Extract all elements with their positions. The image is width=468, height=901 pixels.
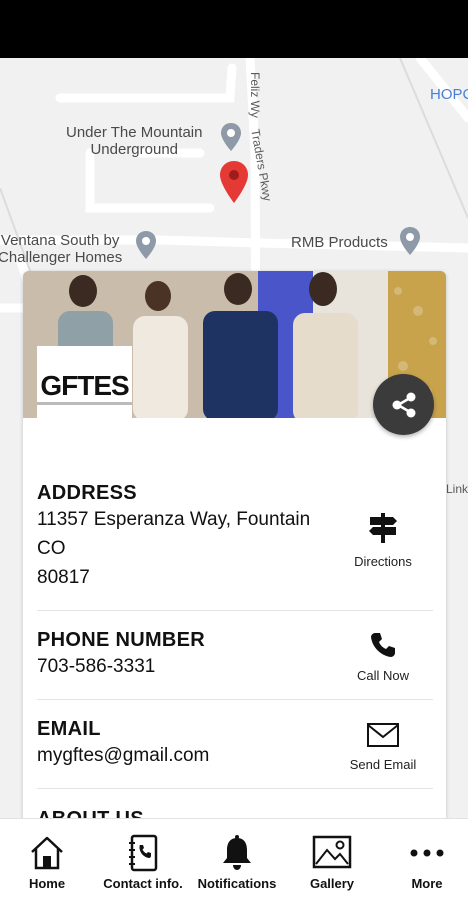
map-label-under-the-mountain: Under The Mountain Underground xyxy=(66,124,203,158)
call-now-button[interactable]: Call Now xyxy=(343,631,423,683)
road-label-feliz: Feliz Wy xyxy=(248,72,262,118)
place-marker-icon[interactable] xyxy=(399,226,421,256)
road-label-link: Link xyxy=(446,482,468,496)
send-email-label: Send Email xyxy=(349,757,417,772)
divider xyxy=(37,610,433,611)
signpost-icon xyxy=(369,513,397,543)
map-label-ventana: Ventana South by Challenger Homes xyxy=(0,232,123,266)
address-title: ADDRESS xyxy=(37,482,137,504)
contact-book-icon xyxy=(129,834,158,872)
more-dots-icon xyxy=(410,849,444,857)
phone-icon xyxy=(371,633,395,657)
nav-contact-info[interactable]: Contact info. xyxy=(96,819,190,901)
map-label-hopc: HOPC xyxy=(430,86,468,103)
nav-gallery[interactable]: Gallery xyxy=(285,819,379,901)
business-info-card: GFTES ADDRESS 11357 Esperanza Way, Fount… xyxy=(23,271,446,831)
bell-icon xyxy=(223,835,251,870)
gftes-logo: GFTES xyxy=(37,346,132,418)
place-marker-icon[interactable] xyxy=(220,122,242,152)
directions-label: Directions xyxy=(354,554,412,569)
nav-contact-label: Contact info. xyxy=(103,876,183,891)
nav-home-label: Home xyxy=(28,876,66,891)
envelope-icon xyxy=(367,723,399,747)
map-label-rmb-products: RMB Products xyxy=(291,234,388,251)
share-icon xyxy=(392,392,415,417)
nav-more-label: More xyxy=(411,876,443,891)
send-email-button[interactable]: Send Email xyxy=(343,722,423,772)
gallery-icon xyxy=(312,835,352,869)
nav-gallery-label: Gallery xyxy=(309,876,355,891)
nav-notifications[interactable]: Notifications xyxy=(190,819,284,901)
divider xyxy=(37,788,433,789)
home-icon xyxy=(31,836,63,870)
nav-more[interactable]: More xyxy=(380,819,468,901)
call-now-label: Call Now xyxy=(356,668,409,683)
location-pin-icon[interactable] xyxy=(219,160,249,204)
directions-button[interactable]: Directions xyxy=(343,511,423,569)
status-bar xyxy=(0,0,468,58)
bottom-nav: Home Contact info. Notifications Gallery xyxy=(0,818,468,901)
divider xyxy=(37,699,433,700)
place-marker-icon[interactable] xyxy=(135,230,157,260)
share-button[interactable] xyxy=(373,374,434,435)
nav-notifications-label: Notifications xyxy=(197,876,277,891)
nav-home[interactable]: Home xyxy=(0,819,94,901)
